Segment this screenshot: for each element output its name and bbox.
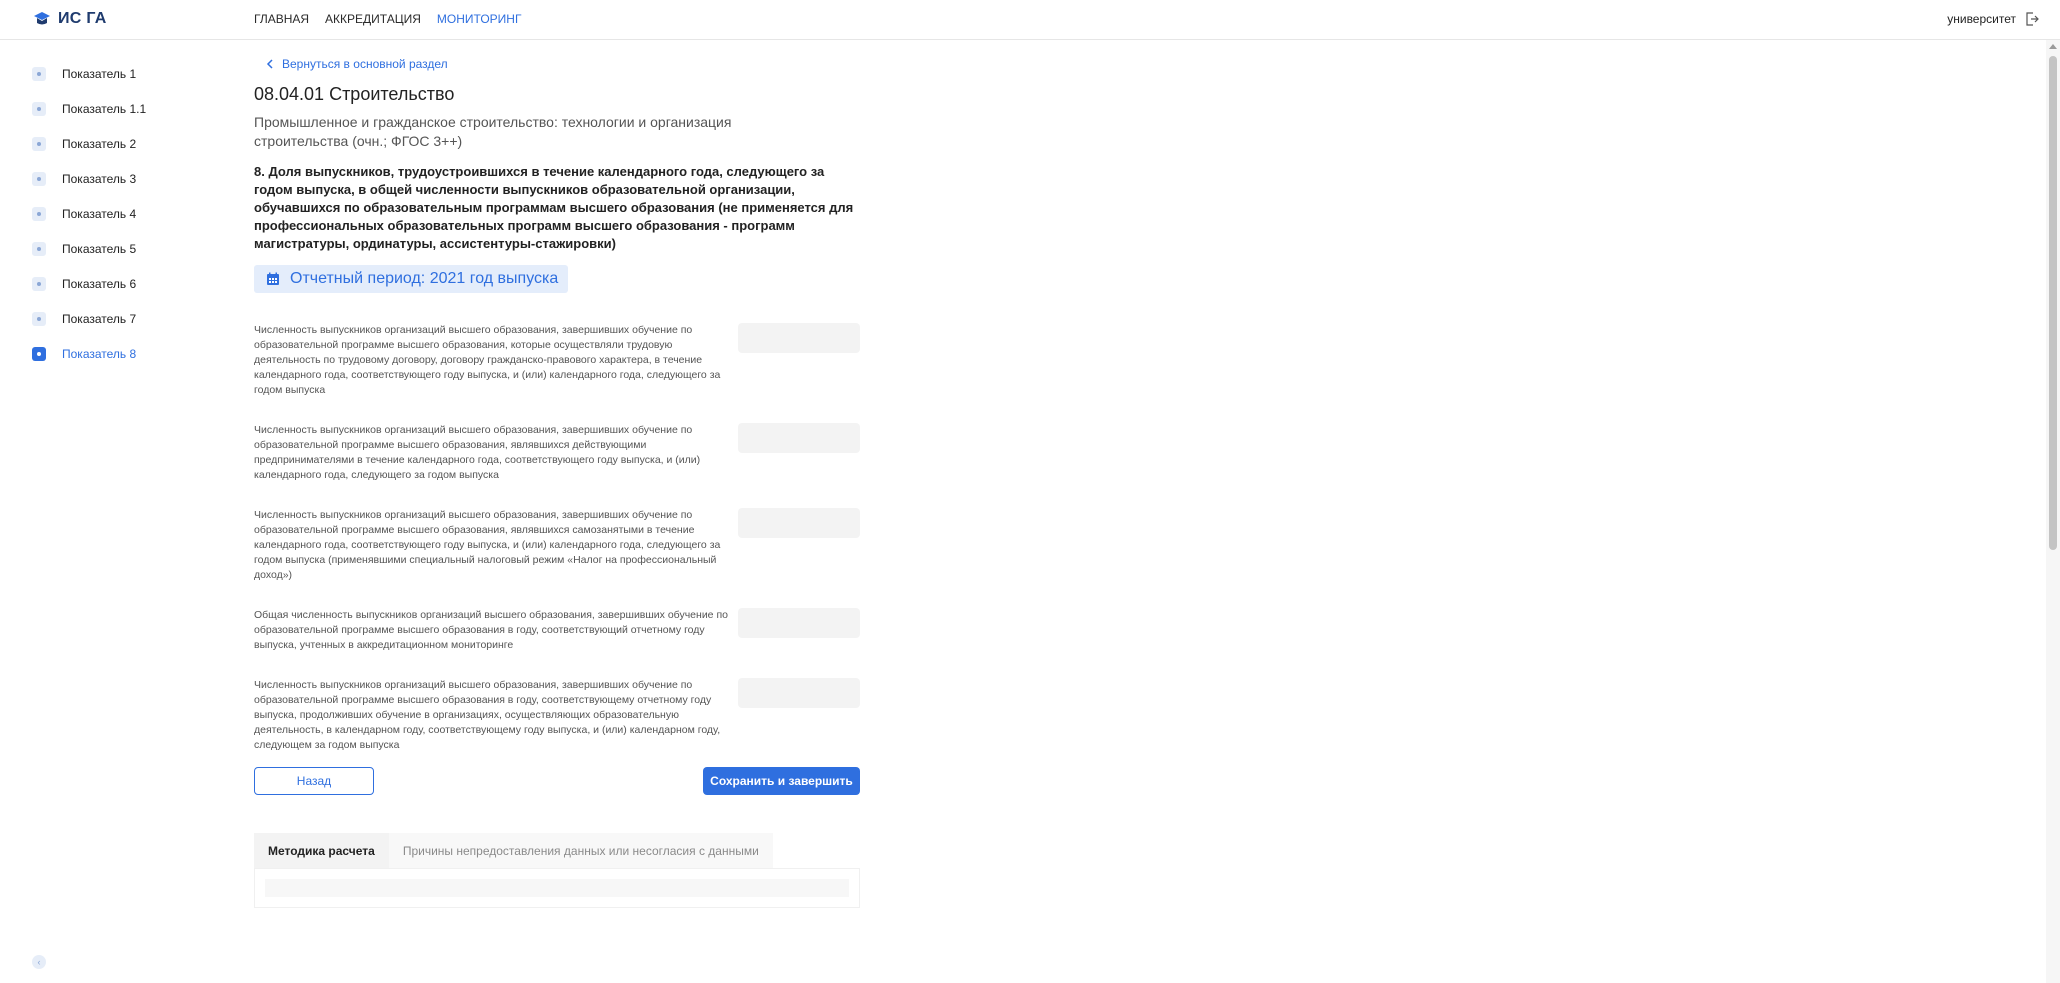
bullet-icon [32,171,46,186]
back-link-label: Вернуться в основной раздел [282,57,448,71]
field-label: Численность выпускников организаций высш… [254,679,721,751]
user-menu[interactable]: университет [1947,11,2040,27]
field-row: Общая численность выпускников организаци… [254,608,860,653]
bullet-icon [32,66,46,81]
bullet-icon [32,276,46,291]
reporting-period-badge: Отчетный период: 2021 год выпуска [254,265,569,293]
scrollbar[interactable] [2046,40,2060,983]
field-row: Численность выпускников организаций высш… [254,423,860,483]
chevron-left-icon [266,59,273,69]
graduation-cap-icon [34,12,50,25]
nav-home[interactable]: ГЛАВНАЯ [254,12,309,26]
program-name: Промышленное и гражданское строительство… [254,114,732,149]
page-title: 08.04.01 Строительство [254,84,455,104]
tabs: Методика расчета Причины непредоставлени… [254,833,860,868]
sidebar-item-indicator-7[interactable]: Показатель 7 [32,301,232,336]
logo[interactable]: ИС ГА [32,9,107,29]
sidebar-item-indicator-8[interactable]: Показатель 8 [32,336,232,371]
field-label: Общая численность выпускников организаци… [254,609,728,651]
sidebar-item-label: Показатель 7 [62,311,137,326]
bullet-icon [32,206,46,221]
field-label: Численность выпускников организаций высш… [254,509,721,581]
calendar-icon [267,272,279,285]
tab-panel-content [265,879,849,897]
sidebar-item-indicator-2[interactable]: Показатель 2 [32,126,232,161]
field-input[interactable] [738,423,860,453]
bullet-icon [32,101,46,116]
top-header: ИС ГА ГЛАВНАЯ АККРЕДИТАЦИЯ МОНИТОРИНГ ун… [0,0,2060,40]
back-button[interactable]: Назад [254,767,374,795]
scroll-up-icon[interactable] [2049,44,2057,49]
bullet-icon [32,346,46,361]
sidebar-item-label: Показатель 2 [62,136,137,151]
tab-panel [254,868,860,908]
logo-text: ИС ГА [58,10,107,27]
sidebar-item-label: Показатель 4 [62,206,137,221]
nav-monitoring[interactable]: МОНИТОРИНГ [437,12,522,26]
nav-accreditation[interactable]: АККРЕДИТАЦИЯ [325,12,421,26]
user-name: университет [1947,12,2016,26]
collapse-sidebar-button[interactable]: ‹ [32,955,46,969]
main-content: Вернуться в основной раздел 08.04.01 Стр… [254,56,860,908]
bullet-icon [32,136,46,151]
tab-calculation-method[interactable]: Методика расчета [254,833,389,868]
sidebar-item-indicator-6[interactable]: Показатель 6 [32,266,232,301]
tab-reasons[interactable]: Причины непредоставления данных или несо… [388,833,773,868]
field-label: Численность выпускников организаций высш… [254,424,701,481]
save-and-finish-button[interactable]: Сохранить и завершить [703,767,860,795]
sidebar-item-indicator-3[interactable]: Показатель 3 [32,161,232,196]
field-row: Численность выпускников организаций высш… [254,323,860,398]
sidebar-item-label: Показатель 6 [62,276,137,291]
sidebar-item-indicator-5[interactable]: Показатель 5 [32,231,232,266]
field-input[interactable] [738,508,860,538]
reporting-period-label: Отчетный период: 2021 год выпуска [290,270,559,287]
field-row: Численность выпускников организаций высш… [254,678,860,753]
scroll-thumb[interactable] [2049,56,2057,550]
field-row: Численность выпускников организаций высш… [254,508,860,583]
sidebar-item-label: Показатель 5 [62,241,137,256]
field-label: Численность выпускников организаций высш… [254,324,721,396]
back-link[interactable]: Вернуться в основной раздел [266,56,860,72]
field-input[interactable] [738,678,860,708]
logout-icon[interactable] [2024,11,2040,27]
indicator-title: 8. Доля выпускников, трудоустроившихся в… [254,164,854,251]
field-input[interactable] [738,323,860,353]
sidebar-item-label: Показатель 1 [62,66,137,81]
bullet-icon [32,241,46,256]
sidebar-item-label: Показатель 3 [62,171,137,186]
sidebar-item-label: Показатель 8 [62,346,137,361]
sidebar-item-indicator-1-1[interactable]: Показатель 1.1 [32,91,232,126]
sidebar: Показатель 1 Показатель 1.1 Показатель 2… [32,56,232,371]
form-actions: Назад Сохранить и завершить [254,767,860,795]
main-nav: ГЛАВНАЯ АККРЕДИТАЦИЯ МОНИТОРИНГ [254,12,521,26]
field-input[interactable] [738,608,860,638]
sidebar-item-indicator-1[interactable]: Показатель 1 [32,56,232,91]
bullet-icon [32,311,46,326]
sidebar-item-indicator-4[interactable]: Показатель 4 [32,196,232,231]
sidebar-item-label: Показатель 1.1 [62,101,147,116]
